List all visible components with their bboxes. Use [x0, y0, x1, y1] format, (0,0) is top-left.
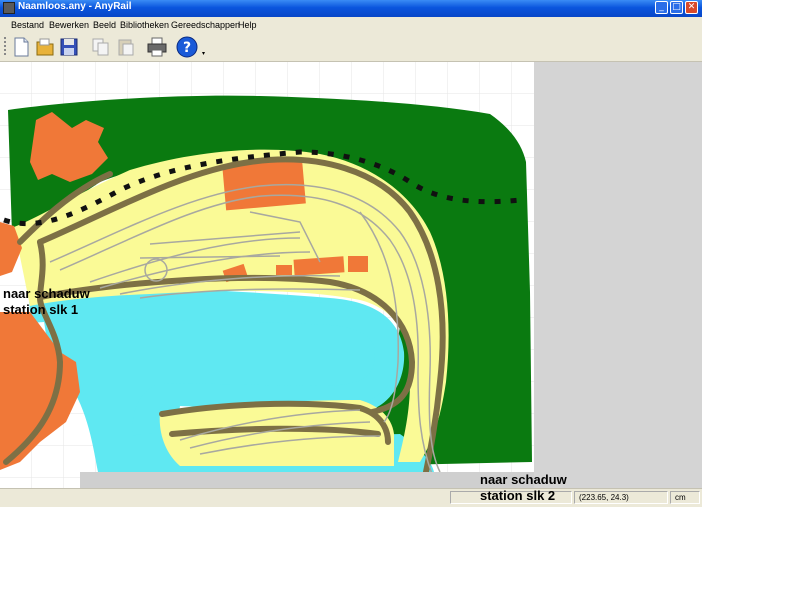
minimize-button[interactable]: _	[655, 1, 668, 14]
menu-bar: Bestand Bewerken Beeld Bibliotheken Gere…	[0, 18, 702, 33]
horizontal-scrollbar[interactable]	[80, 472, 534, 488]
workspace-background	[534, 62, 702, 488]
menu-beeld[interactable]: Beeld	[93, 20, 116, 30]
annotation-left-line1: naar schaduw	[3, 286, 90, 301]
maximize-button[interactable]: □	[670, 1, 683, 14]
building-small-2	[276, 265, 292, 275]
close-button[interactable]: ✕	[685, 1, 698, 14]
building-small-4	[348, 256, 368, 272]
annotation-right-line1: naar schaduw	[480, 472, 567, 487]
annotation-label-left: naar schaduw station slk 1	[3, 286, 90, 318]
print-icon[interactable]	[146, 36, 168, 58]
open-folder-icon[interactable]	[34, 36, 56, 58]
annotation-label-right: naar schaduw station slk 2	[480, 472, 567, 504]
coordinates-readout: (223.65, 24.3)	[574, 491, 668, 504]
window-title: Naamloos.any - AnyRail	[18, 1, 132, 12]
menu-help[interactable]: Help	[238, 20, 257, 30]
copy-icon[interactable]	[90, 36, 112, 58]
toolbar: ? ▾	[0, 33, 702, 62]
help-icon[interactable]: ?	[176, 36, 198, 58]
menu-bibliotheken[interactable]: Bibliotheken	[120, 20, 169, 30]
help-glyph: ?	[183, 40, 191, 56]
menu-gereedschappen[interactable]: Gereedschappen	[171, 20, 240, 30]
unit-readout: cm	[670, 491, 700, 504]
paste-icon[interactable]	[115, 36, 137, 58]
app-icon	[3, 2, 15, 14]
app-window: Naamloos.any - AnyRail _ □ ✕ Bestand Bew…	[0, 0, 702, 507]
toolbar-overflow-chevron-icon[interactable]: ▾	[202, 51, 208, 57]
toolbar-grip[interactable]	[4, 37, 6, 57]
layout-canvas[interactable]	[0, 62, 534, 488]
menu-bestand[interactable]: Bestand	[11, 20, 44, 30]
annotation-right-line2: station slk 2	[480, 488, 556, 503]
annotation-left-line2: station slk 1	[3, 302, 79, 317]
new-document-icon[interactable]	[10, 36, 32, 58]
title-bar[interactable]: Naamloos.any - AnyRail _ □ ✕	[0, 0, 702, 17]
save-disk-icon[interactable]	[58, 36, 80, 58]
track-layout-drawing[interactable]	[0, 62, 534, 488]
menu-bewerken[interactable]: Bewerken	[49, 20, 89, 30]
status-bar: (223.65, 24.3) cm	[0, 488, 702, 507]
